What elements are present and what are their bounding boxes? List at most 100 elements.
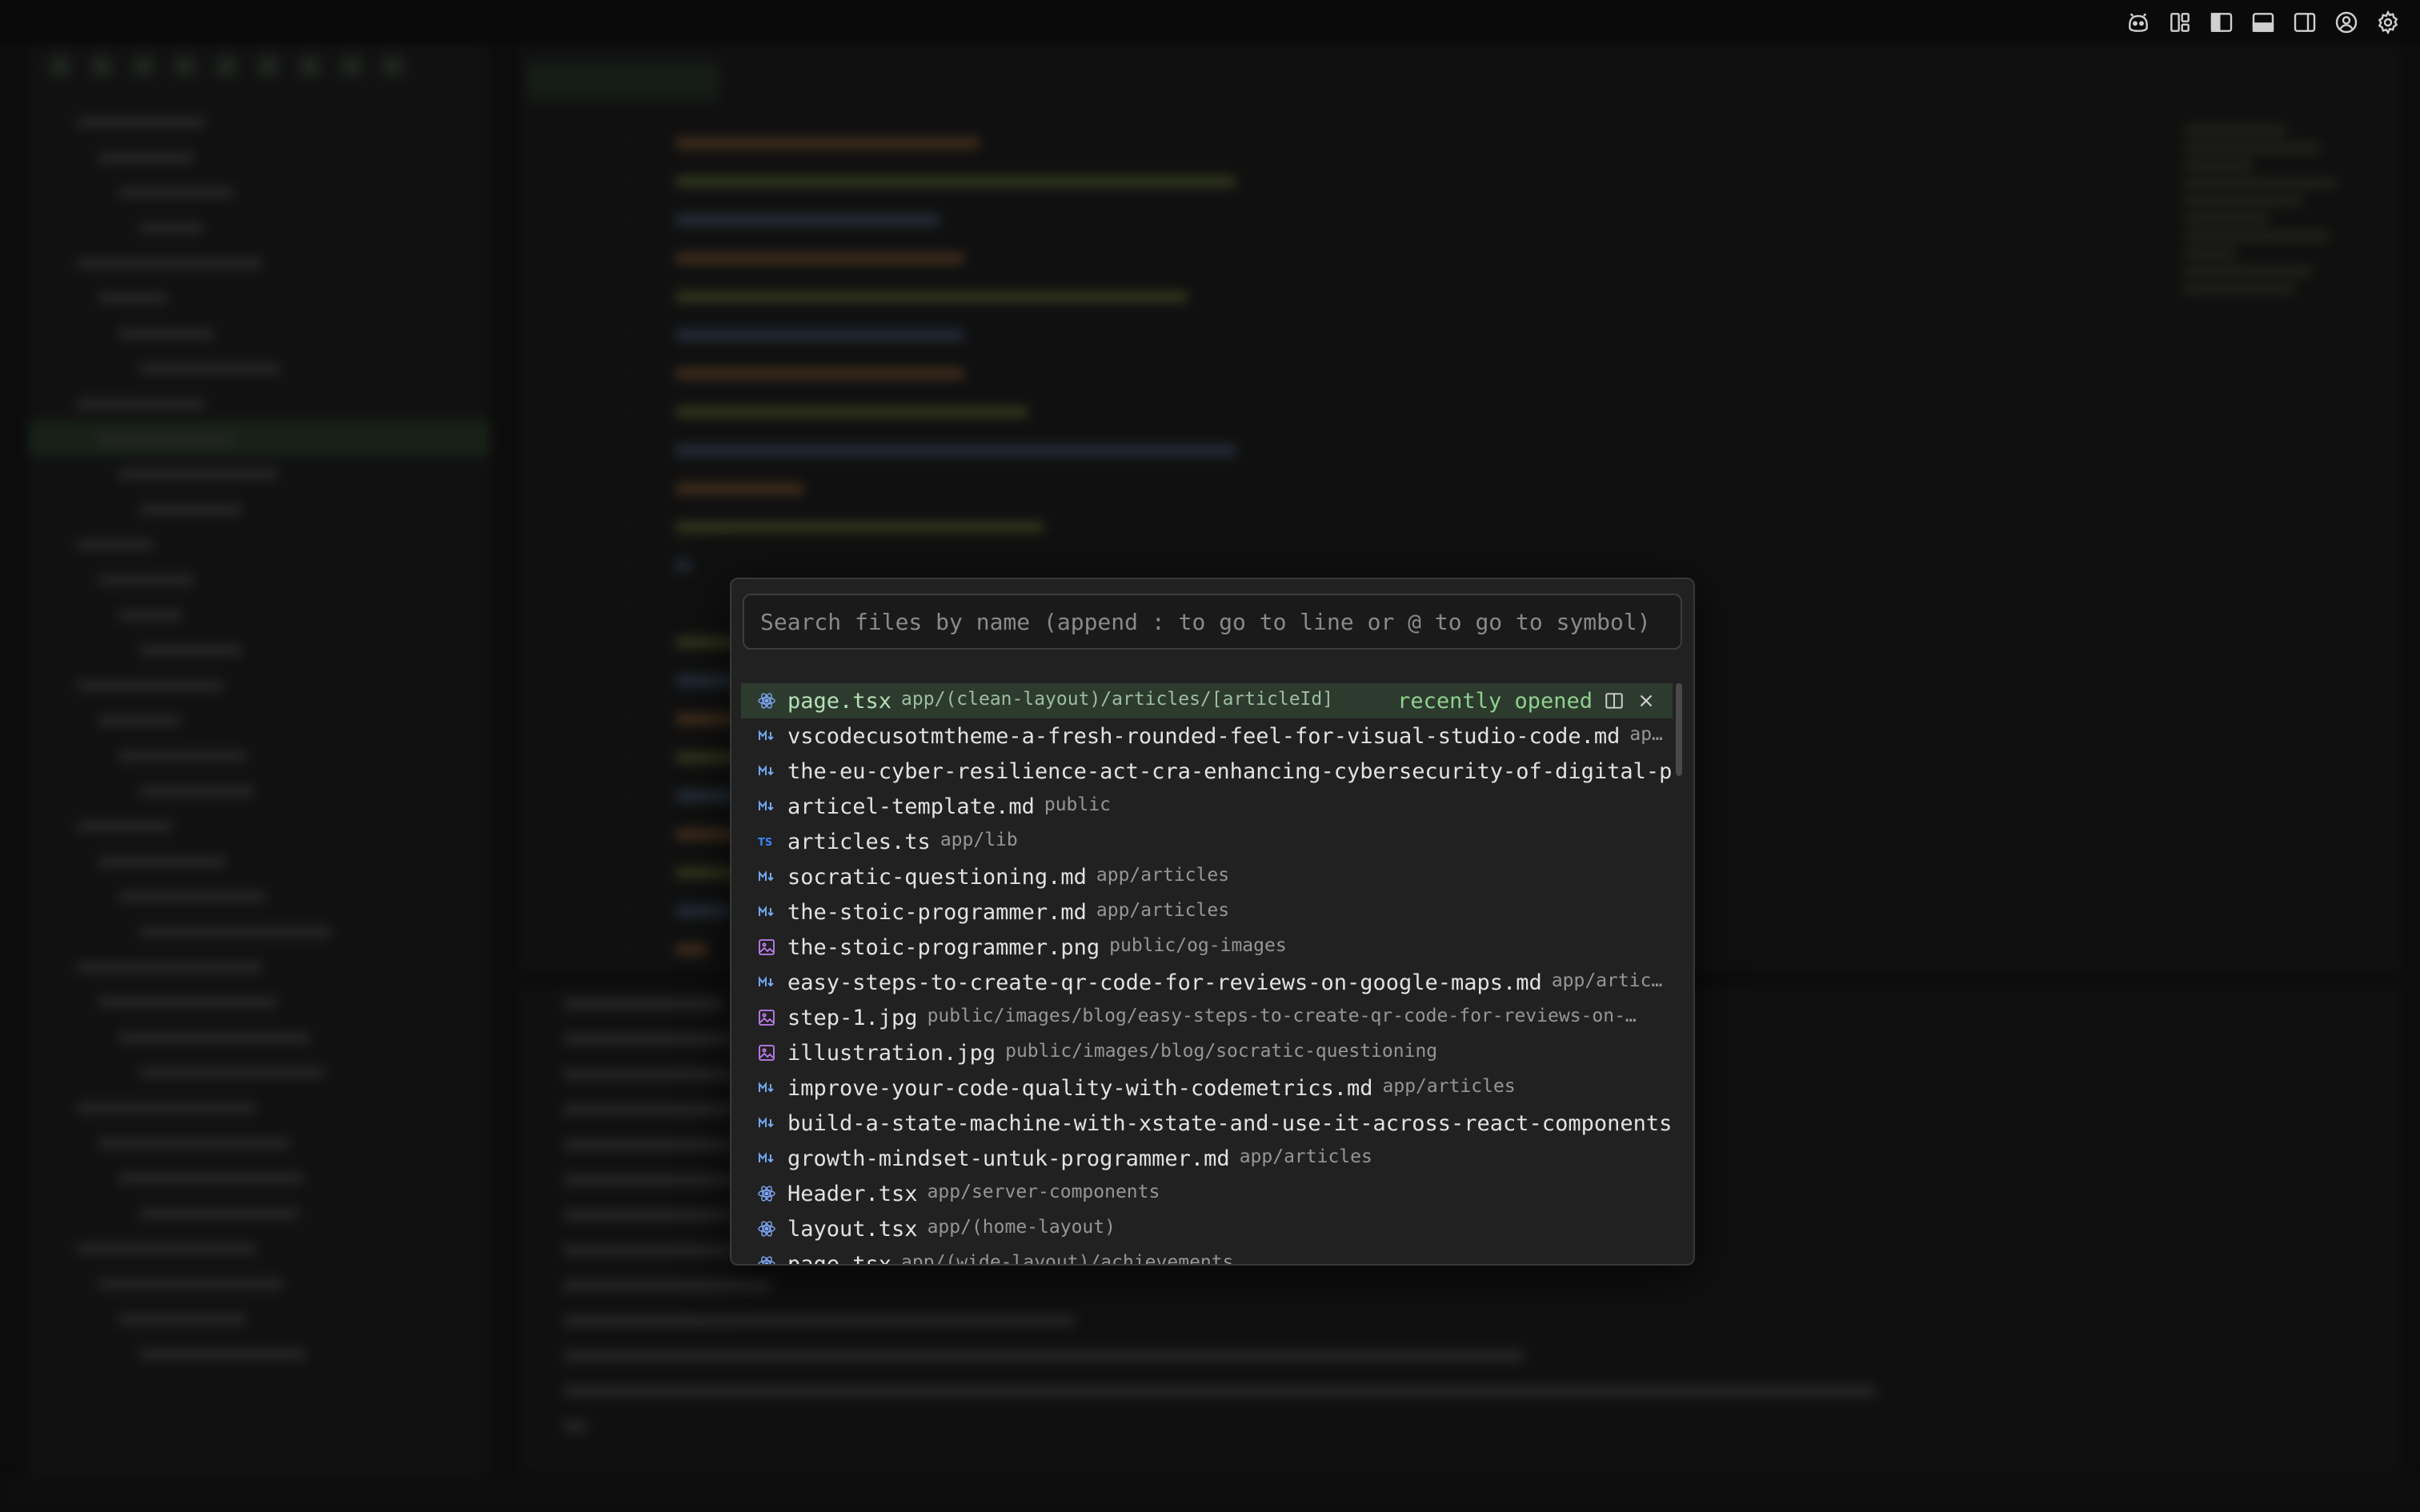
code-line-placeholder: · [567, 277, 1236, 315]
tree-row-placeholder [29, 667, 490, 702]
quick-open-result-row[interactable]: build-a-state-machine-with-xstate-and-us… [741, 1106, 1673, 1141]
tree-row-placeholder [29, 773, 490, 808]
explorer-header [29, 88, 490, 104]
tree-row-placeholder [29, 914, 490, 949]
markdown-icon [749, 762, 781, 781]
result-file-path: public/images/blog/easy-steps-to-create-… [927, 1005, 1637, 1026]
tree-row-placeholder [29, 245, 490, 280]
tree-row-placeholder [29, 1266, 490, 1301]
explorer-sidebar [29, 45, 490, 1477]
layout-customize-icon[interactable] [2166, 8, 2194, 37]
quick-open-result-row[interactable]: improve-your-code-quality-with-codemetri… [741, 1070, 1673, 1106]
selected-row-actions: recently opened [1381, 683, 1673, 718]
image-icon [749, 1008, 781, 1027]
remove-from-recent-close-icon[interactable] [1636, 690, 1657, 711]
result-file-path: app/articles [1096, 864, 1230, 886]
tree-row-placeholder [29, 280, 490, 315]
quick-open-result-row[interactable]: page.tsx app/(clean-layout)/articles/[art… [741, 683, 1673, 718]
file-tree [29, 104, 490, 1371]
code-line-placeholder: · [567, 507, 1236, 546]
result-text: articles.ts app/lib [781, 830, 1673, 854]
tree-row-placeholder [29, 1019, 490, 1054]
result-text: step-1.jpg public/images/blog/easy-steps-… [781, 1006, 1673, 1030]
tree-row-placeholder [29, 104, 490, 139]
code-line-placeholder: · [567, 200, 1236, 238]
image-icon [749, 1043, 781, 1062]
quick-open-result-row[interactable]: articel-template.md public [741, 789, 1673, 824]
open-to-side-icon[interactable] [1604, 690, 1625, 711]
code-line-placeholder: · [567, 469, 1236, 507]
toggle-secondary-sidebar-icon[interactable] [2290, 8, 2319, 37]
quick-open-result-row[interactable]: page.tsx app/(wide-layout)/achievements [741, 1246, 1673, 1264]
result-file-path: app/server-components [927, 1181, 1160, 1202]
tree-row-placeholder [29, 526, 490, 562]
image-icon [749, 938, 781, 957]
result-text: vscodecusotmtheme-a-fresh-rounded-feel-f… [781, 724, 1673, 749]
quick-open-result-row[interactable]: Header.tsx app/server-components [741, 1176, 1673, 1211]
result-file-path: public [1044, 794, 1111, 815]
quick-open-result-row[interactable]: illustration.jpg public/images/blog/socra… [741, 1035, 1673, 1070]
code-line-placeholder: · [567, 162, 1236, 200]
tree-row-placeholder [29, 1301, 490, 1336]
result-file-name: growth-mindset-untuk-programmer.md [787, 1146, 1230, 1171]
tree-row-placeholder [29, 174, 490, 210]
markdown-icon [749, 1149, 781, 1168]
result-file-path: app/articles [1382, 1075, 1516, 1097]
quick-open-result-row[interactable]: growth-mindset-untuk-programmer.md app/ar… [741, 1141, 1673, 1176]
quick-open-results-list: page.tsx app/(clean-layout)/articles/[art… [741, 683, 1673, 1264]
account-icon[interactable] [2332, 8, 2361, 37]
editor-tab [527, 61, 719, 101]
quick-open-result-row[interactable]: the-stoic-programmer.md app/articles [741, 894, 1673, 930]
tree-row-placeholder [29, 562, 490, 597]
result-file-name: Header.tsx [787, 1181, 918, 1206]
result-text: layout.tsx app/(home-layout) [781, 1217, 1673, 1242]
result-file-name: vscodecusotmtheme-a-fresh-rounded-feel-f… [787, 723, 1621, 749]
quick-open-result-row[interactable]: vscodecusotmtheme-a-fresh-rounded-feel-f… [741, 718, 1673, 754]
result-file-name: build-a-state-machine-with-xstate-and-us… [787, 1110, 1673, 1136]
code-line-placeholder: · [567, 430, 1236, 469]
markdown-icon [749, 867, 781, 886]
markdown-icon [749, 1078, 781, 1098]
result-file-name: socratic-questioning.md [787, 864, 1087, 890]
result-file-path: app/articles [1096, 899, 1230, 921]
quick-open-result-row[interactable]: TS articles.ts app/lib [741, 824, 1673, 859]
quick-open-result-row[interactable]: socratic-questioning.md app/articles [741, 859, 1673, 894]
result-file-path: app… [1629, 723, 1673, 745]
result-file-name: page.tsx [787, 688, 892, 714]
result-text: build-a-state-machine-with-xstate-and-us… [781, 1111, 1673, 1136]
result-file-name: the-eu-cyber-resilience-act-cra-enhancin… [787, 758, 1673, 784]
result-file-name: articel-template.md [787, 794, 1035, 819]
quick-open-result-row[interactable]: easy-steps-to-create-qr-code-for-reviews… [741, 965, 1673, 1000]
quick-open-result-row[interactable]: the-stoic-programmer.png public/og-images [741, 930, 1673, 965]
markdown-icon [749, 902, 781, 922]
result-file-name: step-1.jpg [787, 1005, 918, 1030]
tree-row-placeholder [29, 350, 490, 386]
quick-open-result-row[interactable]: the-eu-cyber-resilience-act-cra-enhancin… [741, 754, 1673, 789]
result-text: improve-your-code-quality-with-codemetri… [781, 1076, 1673, 1101]
title-bar-actions [2124, 8, 2402, 37]
result-file-name: easy-steps-to-create-qr-code-for-reviews… [787, 970, 1542, 995]
settings-gear-icon[interactable] [2374, 8, 2402, 37]
toggle-panel-icon[interactable] [2249, 8, 2278, 37]
result-file-name: improve-your-code-quality-with-codemetri… [787, 1075, 1373, 1101]
result-file-name: page.tsx [787, 1251, 892, 1265]
toggle-primary-sidebar-icon[interactable] [2207, 8, 2236, 37]
result-file-name: layout.tsx [787, 1216, 918, 1242]
quick-open-result-row[interactable]: layout.tsx app/(home-layout) [741, 1211, 1673, 1246]
results-scrollbar[interactable] [1676, 683, 1682, 776]
status-bar [0, 1478, 2420, 1512]
result-text: articel-template.md public [781, 794, 1673, 819]
result-text: the-eu-cyber-resilience-act-cra-enhancin… [781, 759, 1673, 784]
react-icon [749, 1219, 781, 1238]
quick-open-search-input[interactable] [743, 594, 1682, 650]
code-line-placeholder: · [567, 238, 1236, 277]
terminal-line-placeholder [519, 1338, 2401, 1373]
terminal-line-placeholder [519, 1302, 2401, 1338]
copilot-icon[interactable] [2124, 8, 2153, 37]
result-file-name: illustration.jpg [787, 1040, 996, 1066]
title-bar [0, 0, 2420, 45]
code-line-placeholder: · [567, 315, 1236, 354]
quick-open-result-row[interactable]: step-1.jpg public/images/blog/easy-steps-… [741, 1000, 1673, 1035]
tree-row-placeholder [29, 597, 490, 632]
tree-row-placeholder [29, 1230, 490, 1266]
